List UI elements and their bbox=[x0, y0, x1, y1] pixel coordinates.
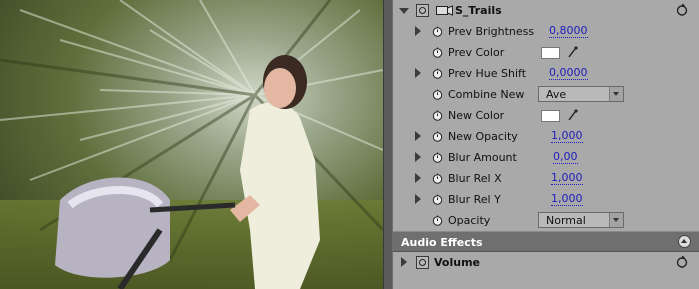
film-clip-icon bbox=[436, 5, 453, 16]
expand-triangle-icon[interactable] bbox=[415, 68, 421, 78]
param-row-blur-rel-x: Blur Rel X 1,000 bbox=[393, 168, 699, 189]
param-label: New Opacity bbox=[448, 130, 518, 143]
stopwatch-icon[interactable] bbox=[432, 152, 443, 163]
param-value[interactable]: 1,000 bbox=[551, 172, 583, 185]
collapse-icon[interactable] bbox=[678, 235, 691, 248]
stopwatch-icon[interactable] bbox=[432, 194, 443, 205]
param-label: New Color bbox=[448, 109, 505, 122]
stopwatch-icon[interactable] bbox=[432, 215, 443, 226]
expand-triangle-icon[interactable] bbox=[415, 131, 421, 141]
stopwatch-icon[interactable] bbox=[432, 68, 443, 79]
reset-icon[interactable] bbox=[676, 3, 688, 16]
preview-frame-image bbox=[0, 0, 383, 289]
reset-icon[interactable] bbox=[676, 255, 688, 268]
param-label: Blur Rel X bbox=[448, 172, 502, 185]
section-title: Audio Effects bbox=[401, 236, 483, 249]
fx-toggle-icon[interactable] bbox=[416, 256, 429, 269]
effect-controls-panel: S_Trails Prev Brightness 0,8000 Prev Col… bbox=[393, 0, 699, 289]
param-value[interactable]: 0,00 bbox=[553, 151, 578, 164]
param-row-prev-brightness: Prev Brightness 0,8000 bbox=[393, 21, 699, 42]
chevron-down-icon[interactable] bbox=[609, 87, 623, 101]
param-label: Combine New bbox=[448, 88, 525, 101]
video-preview bbox=[0, 0, 383, 289]
param-label: Prev Brightness bbox=[448, 25, 535, 38]
dropdown-value: Normal bbox=[546, 214, 586, 227]
param-row-blur-amount: Blur Amount 0,00 bbox=[393, 147, 699, 168]
color-swatch[interactable] bbox=[541, 110, 560, 122]
stopwatch-icon[interactable] bbox=[432, 26, 443, 37]
param-value[interactable]: 0,0000 bbox=[549, 67, 588, 80]
eyedropper-icon[interactable] bbox=[567, 45, 579, 59]
expand-triangle-icon[interactable] bbox=[415, 26, 421, 36]
param-value[interactable]: 1,000 bbox=[551, 193, 583, 206]
expand-triangle-icon[interactable] bbox=[415, 194, 421, 204]
stopwatch-icon[interactable] bbox=[432, 131, 443, 142]
dropdown-value: Ave bbox=[546, 88, 567, 101]
param-row-combine-new: Combine New Ave bbox=[393, 84, 699, 105]
fx-toggle-icon[interactable] bbox=[416, 4, 429, 17]
expand-triangle-icon[interactable] bbox=[401, 257, 407, 267]
stopwatch-icon[interactable] bbox=[432, 173, 443, 184]
param-label: Prev Color bbox=[448, 46, 505, 59]
stopwatch-icon[interactable] bbox=[432, 47, 443, 58]
combine-new-dropdown[interactable]: Ave bbox=[538, 86, 624, 102]
param-value[interactable]: 0,8000 bbox=[549, 25, 588, 38]
expand-triangle-icon[interactable] bbox=[415, 152, 421, 162]
param-row-blur-rel-y: Blur Rel Y 1,000 bbox=[393, 189, 699, 210]
param-row-opacity: Opacity Normal bbox=[393, 210, 699, 231]
chevron-down-icon[interactable] bbox=[609, 213, 623, 227]
param-row-new-opacity: New Opacity 1,000 bbox=[393, 126, 699, 147]
opacity-blend-dropdown[interactable]: Normal bbox=[538, 212, 624, 228]
stopwatch-icon[interactable] bbox=[432, 110, 443, 121]
param-value[interactable]: 1,000 bbox=[551, 130, 583, 143]
param-label: Blur Rel Y bbox=[448, 193, 501, 206]
stopwatch-icon[interactable] bbox=[432, 89, 443, 100]
param-label: Prev Hue Shift bbox=[448, 67, 527, 80]
param-row-new-color: New Color bbox=[393, 105, 699, 126]
expand-triangle-icon[interactable] bbox=[415, 173, 421, 183]
expand-triangle-icon[interactable] bbox=[399, 8, 409, 14]
param-label: Opacity bbox=[448, 214, 491, 227]
param-row-prev-color: Prev Color bbox=[393, 42, 699, 63]
panel-divider[interactable] bbox=[383, 0, 393, 289]
audio-effects-header[interactable]: Audio Effects bbox=[393, 231, 699, 252]
param-row-prev-hue-shift: Prev Hue Shift 0,0000 bbox=[393, 63, 699, 84]
param-label: Blur Amount bbox=[448, 151, 517, 164]
eyedropper-icon[interactable] bbox=[567, 108, 579, 122]
effect-header-volume[interactable]: Volume bbox=[393, 252, 699, 273]
effect-header-s-trails[interactable]: S_Trails bbox=[393, 0, 699, 21]
color-swatch[interactable] bbox=[541, 47, 560, 59]
effect-name: Volume bbox=[434, 256, 480, 269]
effect-name: S_Trails bbox=[455, 4, 502, 17]
